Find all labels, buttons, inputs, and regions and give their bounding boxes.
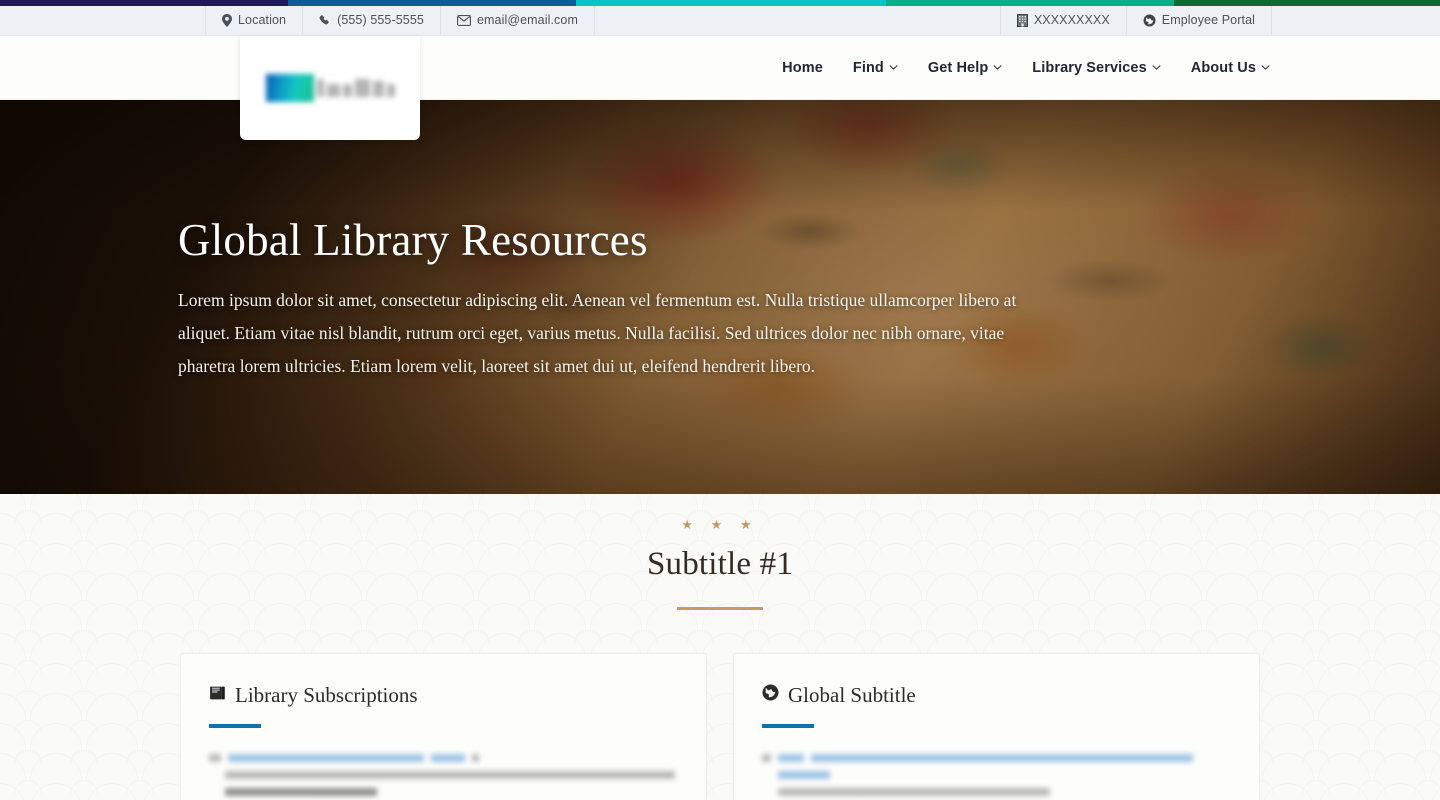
utility-item-organization[interactable]: XXXXXXXXX: [999, 6, 1127, 35]
card-title: Library Subscriptions: [235, 682, 418, 707]
list-item[interactable]: [762, 753, 1231, 762]
chevron-down-icon: [1261, 65, 1270, 70]
card-grid: Library Subscriptions Global Subtitle: [0, 610, 1440, 800]
nav-item-label: Get Help: [927, 59, 989, 76]
card-global-subtitle: Global Subtitle: [733, 652, 1260, 800]
globe-icon: [1143, 14, 1156, 27]
main-navigation: Home Find Get Help Library Services Abou…: [780, 54, 1272, 82]
utility-bar: Location (555) 555-5555 email@email.com …: [0, 6, 1440, 36]
globe-icon: [762, 684, 779, 706]
site-header: Home Find Get Help Library Services Abou…: [0, 36, 1440, 140]
list-item[interactable]: [209, 753, 678, 762]
card-title-underline: [209, 723, 261, 728]
list-item[interactable]: [778, 770, 1231, 779]
nav-item-label: Home: [782, 59, 823, 76]
utility-item-label: XXXXXXXXX: [1033, 13, 1110, 28]
map-pin-icon: [222, 14, 232, 27]
nav-item-about-us[interactable]: About Us: [1189, 54, 1272, 82]
book-icon: [209, 685, 226, 706]
utility-bar-left-group: Location (555) 555-5555 email@email.com: [205, 6, 595, 35]
hero-banner: Global Library Resources Lorem ipsum dol…: [0, 100, 1440, 494]
card-header: Library Subscriptions: [209, 683, 678, 708]
section-title: Subtitle #1: [646, 546, 794, 582]
utility-item-email[interactable]: email@email.com: [441, 6, 595, 35]
chevron-down-icon: [993, 65, 1002, 70]
utility-bar-right-group: XXXXXXXXX Employee Portal: [999, 6, 1272, 35]
chevron-down-icon: [1152, 65, 1161, 70]
card-title-underline: [762, 723, 814, 728]
logo[interactable]: [240, 36, 420, 140]
logo-image: [265, 74, 395, 102]
card-library-subscriptions: Library Subscriptions: [180, 652, 707, 800]
star-divider: ★ ★ ★: [681, 517, 759, 532]
utility-item-label: Employee Portal: [1161, 13, 1255, 28]
envelope-icon: [457, 15, 471, 26]
utility-item-employee-portal[interactable]: Employee Portal: [1127, 6, 1272, 35]
stripe-segment-3: [576, 0, 886, 6]
chevron-down-icon: [889, 65, 898, 70]
utility-item-location[interactable]: Location: [205, 6, 304, 35]
hero-paragraph: Lorem ipsum dolor sit amet, consectetur …: [178, 290, 1017, 376]
hero-content: Global Library Resources Lorem ipsum dol…: [0, 100, 1060, 383]
utility-item-label: (555) 555-5555: [337, 13, 424, 28]
card-content-redacted: [209, 753, 678, 800]
building-icon: [1016, 14, 1028, 27]
hero-title: Global Library Resources: [178, 215, 648, 265]
nav-item-label: About Us: [1190, 59, 1256, 76]
utility-item-label: email@email.com: [476, 13, 578, 28]
logo-wordmark: [316, 79, 395, 97]
list-item: [225, 787, 678, 796]
list-item: [225, 770, 678, 779]
nav-item-home[interactable]: Home: [780, 54, 825, 82]
utility-item-phone[interactable]: (555) 555-5555: [303, 6, 441, 35]
phone-icon: [319, 14, 331, 27]
utility-item-label: Location: [238, 13, 287, 28]
nav-item-find[interactable]: Find: [851, 54, 900, 82]
nav-item-library-services[interactable]: Library Services: [1030, 54, 1162, 82]
card-title: Global Subtitle: [788, 682, 916, 707]
logo-mark-icon: [265, 74, 314, 102]
card-content-redacted: [762, 753, 1231, 800]
nav-item-label: Library Services: [1032, 59, 1147, 76]
content-section: ★ ★ ★ Subtitle #1 Library Subscriptions: [0, 494, 1440, 800]
nav-item-label: Find: [852, 59, 884, 76]
nav-item-get-help[interactable]: Get Help: [926, 54, 1004, 82]
card-header: Global Subtitle: [762, 683, 1231, 708]
list-item: [778, 787, 1231, 796]
